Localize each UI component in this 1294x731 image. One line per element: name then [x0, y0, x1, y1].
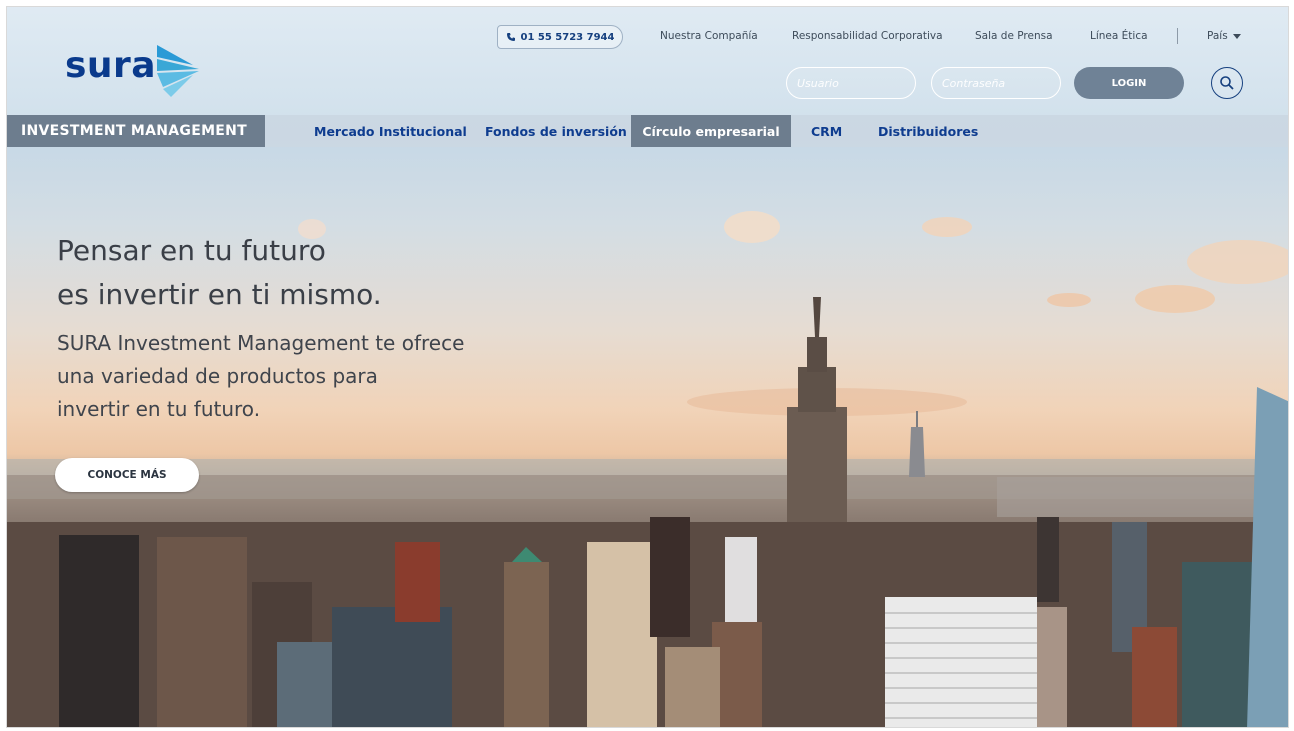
username-field[interactable] — [786, 67, 916, 99]
conoce-mas-button[interactable]: CONOCE MÁS — [55, 458, 199, 492]
nav-item-crm[interactable]: CRM — [811, 115, 842, 147]
search-icon — [1220, 76, 1234, 90]
country-selector[interactable]: País — [1207, 30, 1241, 42]
password-field[interactable] — [931, 67, 1061, 99]
link-nuestra-compania[interactable]: Nuestra Compañía — [660, 30, 758, 42]
nav-item-distribuidores[interactable]: Distribuidores — [878, 115, 978, 147]
phone-number: 01 55 5723 7944 — [520, 31, 615, 43]
hero-title-line: es invertir en ti mismo. — [57, 278, 382, 311]
caret-down-icon — [1232, 33, 1241, 39]
link-sala-de-prensa[interactable]: Sala de Prensa — [975, 30, 1053, 42]
hero-subtitle-line: SURA Investment Management te ofrece — [57, 331, 465, 355]
section-label[interactable]: INVESTMENT MANAGEMENT — [7, 115, 265, 147]
phone-icon — [506, 33, 515, 41]
nav-item-mercado-institucional[interactable]: Mercado Institucional — [314, 115, 467, 147]
hero-subtitle: SURA Investment Management te ofrece una… — [57, 327, 577, 426]
phone-contact[interactable]: 01 55 5723 7944 — [497, 25, 623, 49]
link-linea-etica[interactable]: Línea Ética — [1090, 30, 1148, 42]
country-label: País — [1207, 30, 1228, 42]
link-responsabilidad-corporativa[interactable]: Responsabilidad Corporativa — [792, 30, 943, 42]
sura-chevron-icon — [157, 45, 199, 97]
page-frame: sura 01 55 5723 7944 Nuestra Compañía Re… — [6, 6, 1289, 728]
hero-title: Pensar en tu futuro es invertir en ti mi… — [57, 229, 577, 317]
nav-item-fondos-de-inversion[interactable]: Fondos de inversión — [485, 115, 627, 147]
password-input[interactable] — [932, 68, 1060, 98]
login-button[interactable]: LOGIN — [1074, 67, 1184, 99]
logo-wordmark: sura — [65, 45, 157, 86]
hero-subtitle-line: una variedad de productos para — [57, 364, 378, 388]
top-links-divider — [1177, 28, 1178, 44]
search-button[interactable] — [1211, 67, 1243, 99]
nav-item-circulo-empresarial[interactable]: Círculo empresarial — [631, 115, 791, 147]
username-input[interactable] — [787, 68, 915, 98]
hero-title-line: Pensar en tu futuro — [57, 234, 326, 267]
sura-logo[interactable]: sura — [65, 43, 215, 99]
hero-subtitle-line: invertir en tu futuro. — [57, 397, 261, 421]
